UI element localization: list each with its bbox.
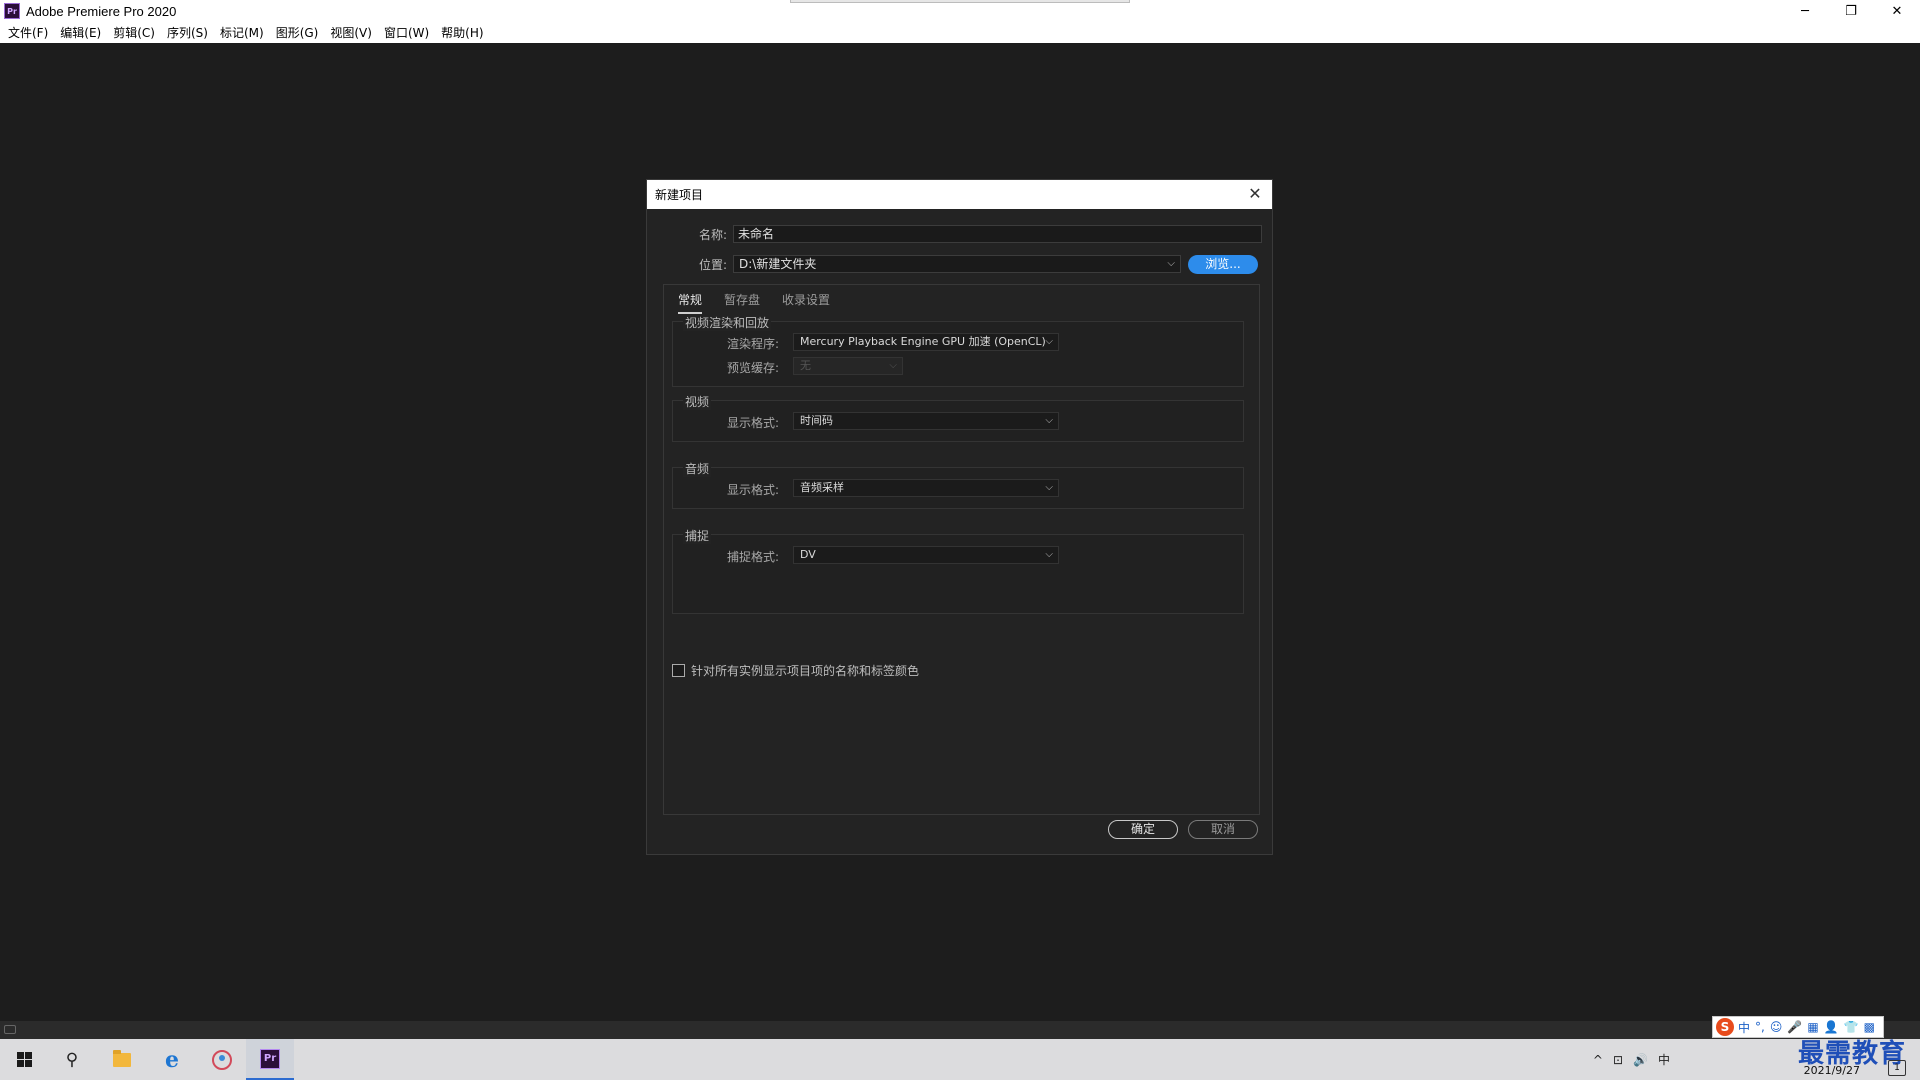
audio-group: 音频 显示格式: 音频采样 ⌵	[672, 460, 1244, 509]
preview-cache-select: 无 ⌵	[793, 357, 903, 375]
video-display-format-select[interactable]: 时间码 ⌵	[793, 412, 1059, 430]
minimize-button[interactable]: ─	[1782, 0, 1828, 22]
name-label: 名称:	[698, 228, 727, 242]
renderer-value: Mercury Playback Engine GPU 加速 (OpenCL)	[800, 335, 1046, 348]
dialog-close-button[interactable]: ✕	[1246, 185, 1264, 203]
volume-icon[interactable]: 🔊	[1633, 1053, 1648, 1067]
video-rendering-group: 视频渲染和回放 渲染程序: Mercury Playback Engine GP…	[672, 314, 1244, 387]
dialog-title: 新建项目	[655, 188, 704, 202]
ok-button[interactable]: 确定	[1108, 820, 1178, 839]
audio-display-format-select[interactable]: 音频采样 ⌵	[793, 479, 1059, 497]
dialog-title-bar: 新建项目 ✕	[647, 180, 1272, 209]
menu-help[interactable]: 帮助(H)	[435, 24, 489, 41]
menu-edit[interactable]: 编辑(E)	[54, 24, 107, 41]
menu-file[interactable]: 文件(F)	[2, 24, 54, 41]
capture-format-value: DV	[800, 548, 816, 561]
location-select[interactable]: D:\新建文件夹 ⌵	[733, 255, 1181, 273]
taskbar-search-button[interactable]: ⚲	[48, 1039, 96, 1080]
chevron-down-icon: ⌵	[1045, 482, 1053, 493]
paint-icon	[212, 1049, 232, 1070]
windows-logo-icon	[16, 1052, 32, 1067]
menu-bar: 文件(F) 编辑(E) 剪辑(C) 序列(S) 标记(M) 图形(G) 视图(V…	[0, 22, 1920, 43]
capture-format-label: 捕捉格式:	[727, 550, 780, 564]
capture-group-title: 捕捉	[683, 527, 712, 544]
menu-sequence[interactable]: 序列(S)	[161, 24, 214, 41]
label-color-checkbox[interactable]	[672, 664, 685, 677]
tab-general[interactable]: 常规	[678, 291, 703, 314]
show-hidden-icons-icon[interactable]: ^	[1593, 1053, 1603, 1067]
window-edge-strip	[790, 0, 1130, 3]
renderer-label: 渲染程序:	[727, 337, 780, 351]
ime-keyboard-icon[interactable]: ▦	[1807, 1020, 1818, 1034]
chevron-down-icon: ⌵	[1045, 336, 1053, 347]
taskbar-file-explorer[interactable]	[98, 1039, 146, 1080]
menu-markers[interactable]: 标记(M)	[214, 24, 270, 41]
location-value: D:\新建文件夹	[739, 257, 817, 271]
capture-group: 捕捉 捕捉格式: DV ⌵	[672, 527, 1244, 614]
taskbar-clock-date[interactable]: 2021/9/27	[1804, 1064, 1860, 1077]
taskbar-paint[interactable]	[198, 1039, 246, 1080]
tab-scratch-disks[interactable]: 暂存盘	[724, 291, 760, 314]
browse-button[interactable]: 浏览...	[1188, 255, 1258, 274]
folder-icon	[113, 1049, 131, 1067]
app-title: Adobe Premiere Pro 2020	[26, 3, 177, 19]
title-bar: Pr Adobe Premiere Pro 2020 ─ ❐ ✕	[0, 0, 1920, 22]
renderer-select[interactable]: Mercury Playback Engine GPU 加速 (OpenCL) …	[793, 333, 1059, 351]
edge-browser-icon: e	[165, 1046, 179, 1073]
video-group-title: 视频	[683, 393, 712, 410]
taskbar-premiere-pro[interactable]: Pr	[246, 1039, 294, 1080]
video-display-format-value: 时间码	[800, 414, 833, 427]
status-bar	[0, 1021, 1920, 1039]
tab-ingest-settings[interactable]: 收录设置	[782, 291, 830, 314]
menu-view[interactable]: 视图(V)	[324, 24, 378, 41]
preview-cache-label: 预览缓存:	[727, 361, 780, 375]
settings-tabs: 常规 暂存盘 收录设置	[678, 291, 852, 314]
sogou-logo-icon[interactable]: S	[1716, 1018, 1734, 1036]
menu-clip[interactable]: 剪辑(C)	[107, 24, 161, 41]
audio-group-title: 音频	[683, 460, 712, 477]
ime-toolbox-icon[interactable]: ▩	[1864, 1020, 1875, 1034]
label-color-checkbox-row: 针对所有实例显示项目项的名称和标签颜色	[672, 662, 919, 679]
menu-graphics[interactable]: 图形(G)	[270, 24, 325, 41]
chevron-down-icon: ⌵	[1167, 258, 1175, 269]
premiere-pro-icon: Pr	[260, 1048, 280, 1069]
ime-user-icon[interactable]: 👤	[1824, 1020, 1839, 1034]
video-rendering-title: 视频渲染和回放	[683, 314, 772, 331]
close-window-button[interactable]: ✕	[1874, 0, 1920, 22]
ime-punctuation-icon[interactable]: °,	[1755, 1020, 1765, 1034]
location-label: 位置:	[698, 258, 727, 272]
preview-cache-value: 无	[800, 359, 811, 372]
ime-chinese-mode[interactable]: 中	[1738, 1019, 1750, 1036]
ime-voice-icon[interactable]: 🎤	[1787, 1020, 1802, 1034]
system-tray: ^ ⊡ 🔊 中	[1593, 1039, 1680, 1080]
settings-panel: 常规 暂存盘 收录设置 视频渲染和回放 渲染程序: Mercury Playba…	[663, 284, 1260, 815]
status-icon	[4, 1025, 16, 1034]
audio-display-format-label: 显示格式:	[727, 483, 780, 497]
video-group: 视频 显示格式: 时间码 ⌵	[672, 393, 1244, 442]
menu-window[interactable]: 窗口(W)	[378, 24, 435, 41]
notification-center-icon[interactable]: 1	[1888, 1060, 1906, 1076]
network-icon[interactable]: ⊡	[1613, 1053, 1623, 1067]
chevron-down-icon: ⌵	[889, 360, 897, 371]
search-icon: ⚲	[65, 1049, 79, 1070]
new-project-dialog: 新建项目 ✕ 名称: 未命名 位置: D:\新建文件夹 ⌵ 浏览... 常规 暂…	[646, 179, 1273, 855]
audio-display-format-value: 音频采样	[800, 481, 844, 494]
start-button[interactable]	[0, 1039, 48, 1080]
input-method-icon[interactable]: 中	[1658, 1051, 1670, 1068]
restore-button[interactable]: ❐	[1828, 0, 1874, 22]
label-color-checkbox-label: 针对所有实例显示项目项的名称和标签颜色	[691, 664, 920, 678]
chevron-down-icon: ⌵	[1045, 549, 1053, 560]
capture-format-select[interactable]: DV ⌵	[793, 546, 1059, 564]
project-name-input[interactable]: 未命名	[733, 225, 1262, 243]
window-controls: ─ ❐ ✕	[1782, 0, 1920, 22]
ime-emoji-icon[interactable]: ☺	[1770, 1020, 1783, 1034]
ime-skin-icon[interactable]: 👕	[1844, 1020, 1859, 1034]
premiere-pro-app-icon: Pr	[4, 3, 20, 19]
taskbar-edge[interactable]: e	[148, 1039, 196, 1080]
video-display-format-label: 显示格式:	[727, 416, 780, 430]
cancel-button[interactable]: 取消	[1188, 820, 1258, 839]
chevron-down-icon: ⌵	[1045, 415, 1053, 426]
